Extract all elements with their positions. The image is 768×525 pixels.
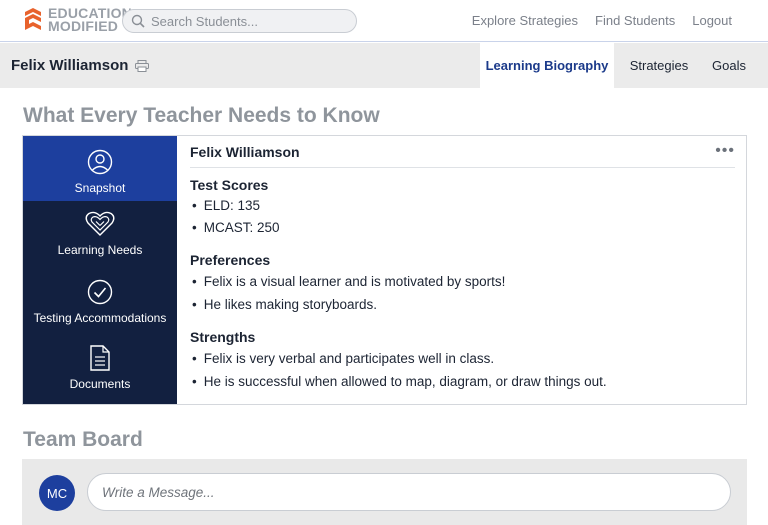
team-board-title: Team Board	[23, 428, 143, 451]
search-box[interactable]	[122, 9, 357, 33]
sidenav-item-snapshot[interactable]: Snapshot	[23, 136, 177, 201]
heading-test-scores: Test Scores	[190, 177, 269, 193]
tab-strategies[interactable]: Strategies	[614, 43, 704, 88]
team-board: MC	[22, 459, 747, 525]
check-circle-icon	[87, 279, 113, 305]
document-icon	[90, 345, 110, 371]
sidenav-label: Snapshot	[74, 181, 126, 195]
list-item: ELD: 135	[192, 198, 260, 213]
list-item: He likes making storyboards.	[192, 297, 377, 312]
sidenav-label: Learning Needs	[57, 243, 143, 257]
sidenav-item-documents[interactable]: Documents	[23, 335, 177, 404]
sidenav-label: Documents	[69, 377, 131, 391]
search-icon	[131, 14, 145, 28]
user-circle-icon	[87, 149, 113, 175]
biography-panel: Snapshot Learning Needs Testing Accommod…	[22, 135, 747, 405]
top-bar: EDUCATION MODIFIED Explore Strategies Fi…	[0, 0, 768, 42]
print-icon[interactable]	[135, 59, 150, 72]
search-input[interactable]	[151, 13, 351, 29]
sidenav-item-learning-needs[interactable]: Learning Needs	[23, 201, 177, 267]
sidenav-item-testing-accommodations[interactable]: Testing Accommodations	[23, 267, 177, 335]
student-bar: Felix Williamson Learning Biography Stra…	[0, 43, 768, 88]
logo-text-line2: MODIFIED	[48, 18, 119, 34]
list-item: Felix is a visual learner and is motivat…	[192, 274, 506, 289]
list-item: MCAST: 250	[192, 220, 280, 235]
more-options-icon[interactable]: •••	[715, 142, 735, 160]
logo[interactable]: EDUCATION MODIFIED	[23, 6, 132, 34]
heart-icon	[85, 211, 115, 236]
divider	[190, 167, 735, 168]
nav-explore-strategies[interactable]: Explore Strategies	[472, 13, 578, 28]
message-input[interactable]	[87, 473, 731, 511]
nav-find-students[interactable]: Find Students	[595, 13, 675, 28]
sidenav-label: Testing Accommodations	[33, 311, 167, 325]
list-item: He is successful when allowed to map, di…	[192, 374, 607, 389]
logo-icon	[25, 8, 41, 30]
student-name: Felix Williamson	[11, 57, 129, 74]
heading-strengths: Strengths	[190, 329, 256, 345]
heading-preferences: Preferences	[190, 252, 271, 268]
tab-learning-biography[interactable]: Learning Biography	[480, 43, 614, 88]
avatar: MC	[39, 475, 75, 511]
nav-logout[interactable]: Logout	[692, 13, 732, 28]
content-title: Felix Williamson	[190, 144, 300, 160]
tab-bar: Learning Biography Strategies Goals	[480, 43, 768, 88]
tab-goals[interactable]: Goals	[704, 43, 754, 88]
top-nav: Explore Strategies Find Students Logout	[472, 13, 732, 28]
side-nav: Snapshot Learning Needs Testing Accommod…	[23, 136, 177, 404]
section-title: What Every Teacher Needs to Know	[23, 104, 380, 127]
list-item: Felix is very verbal and participates we…	[192, 351, 494, 366]
